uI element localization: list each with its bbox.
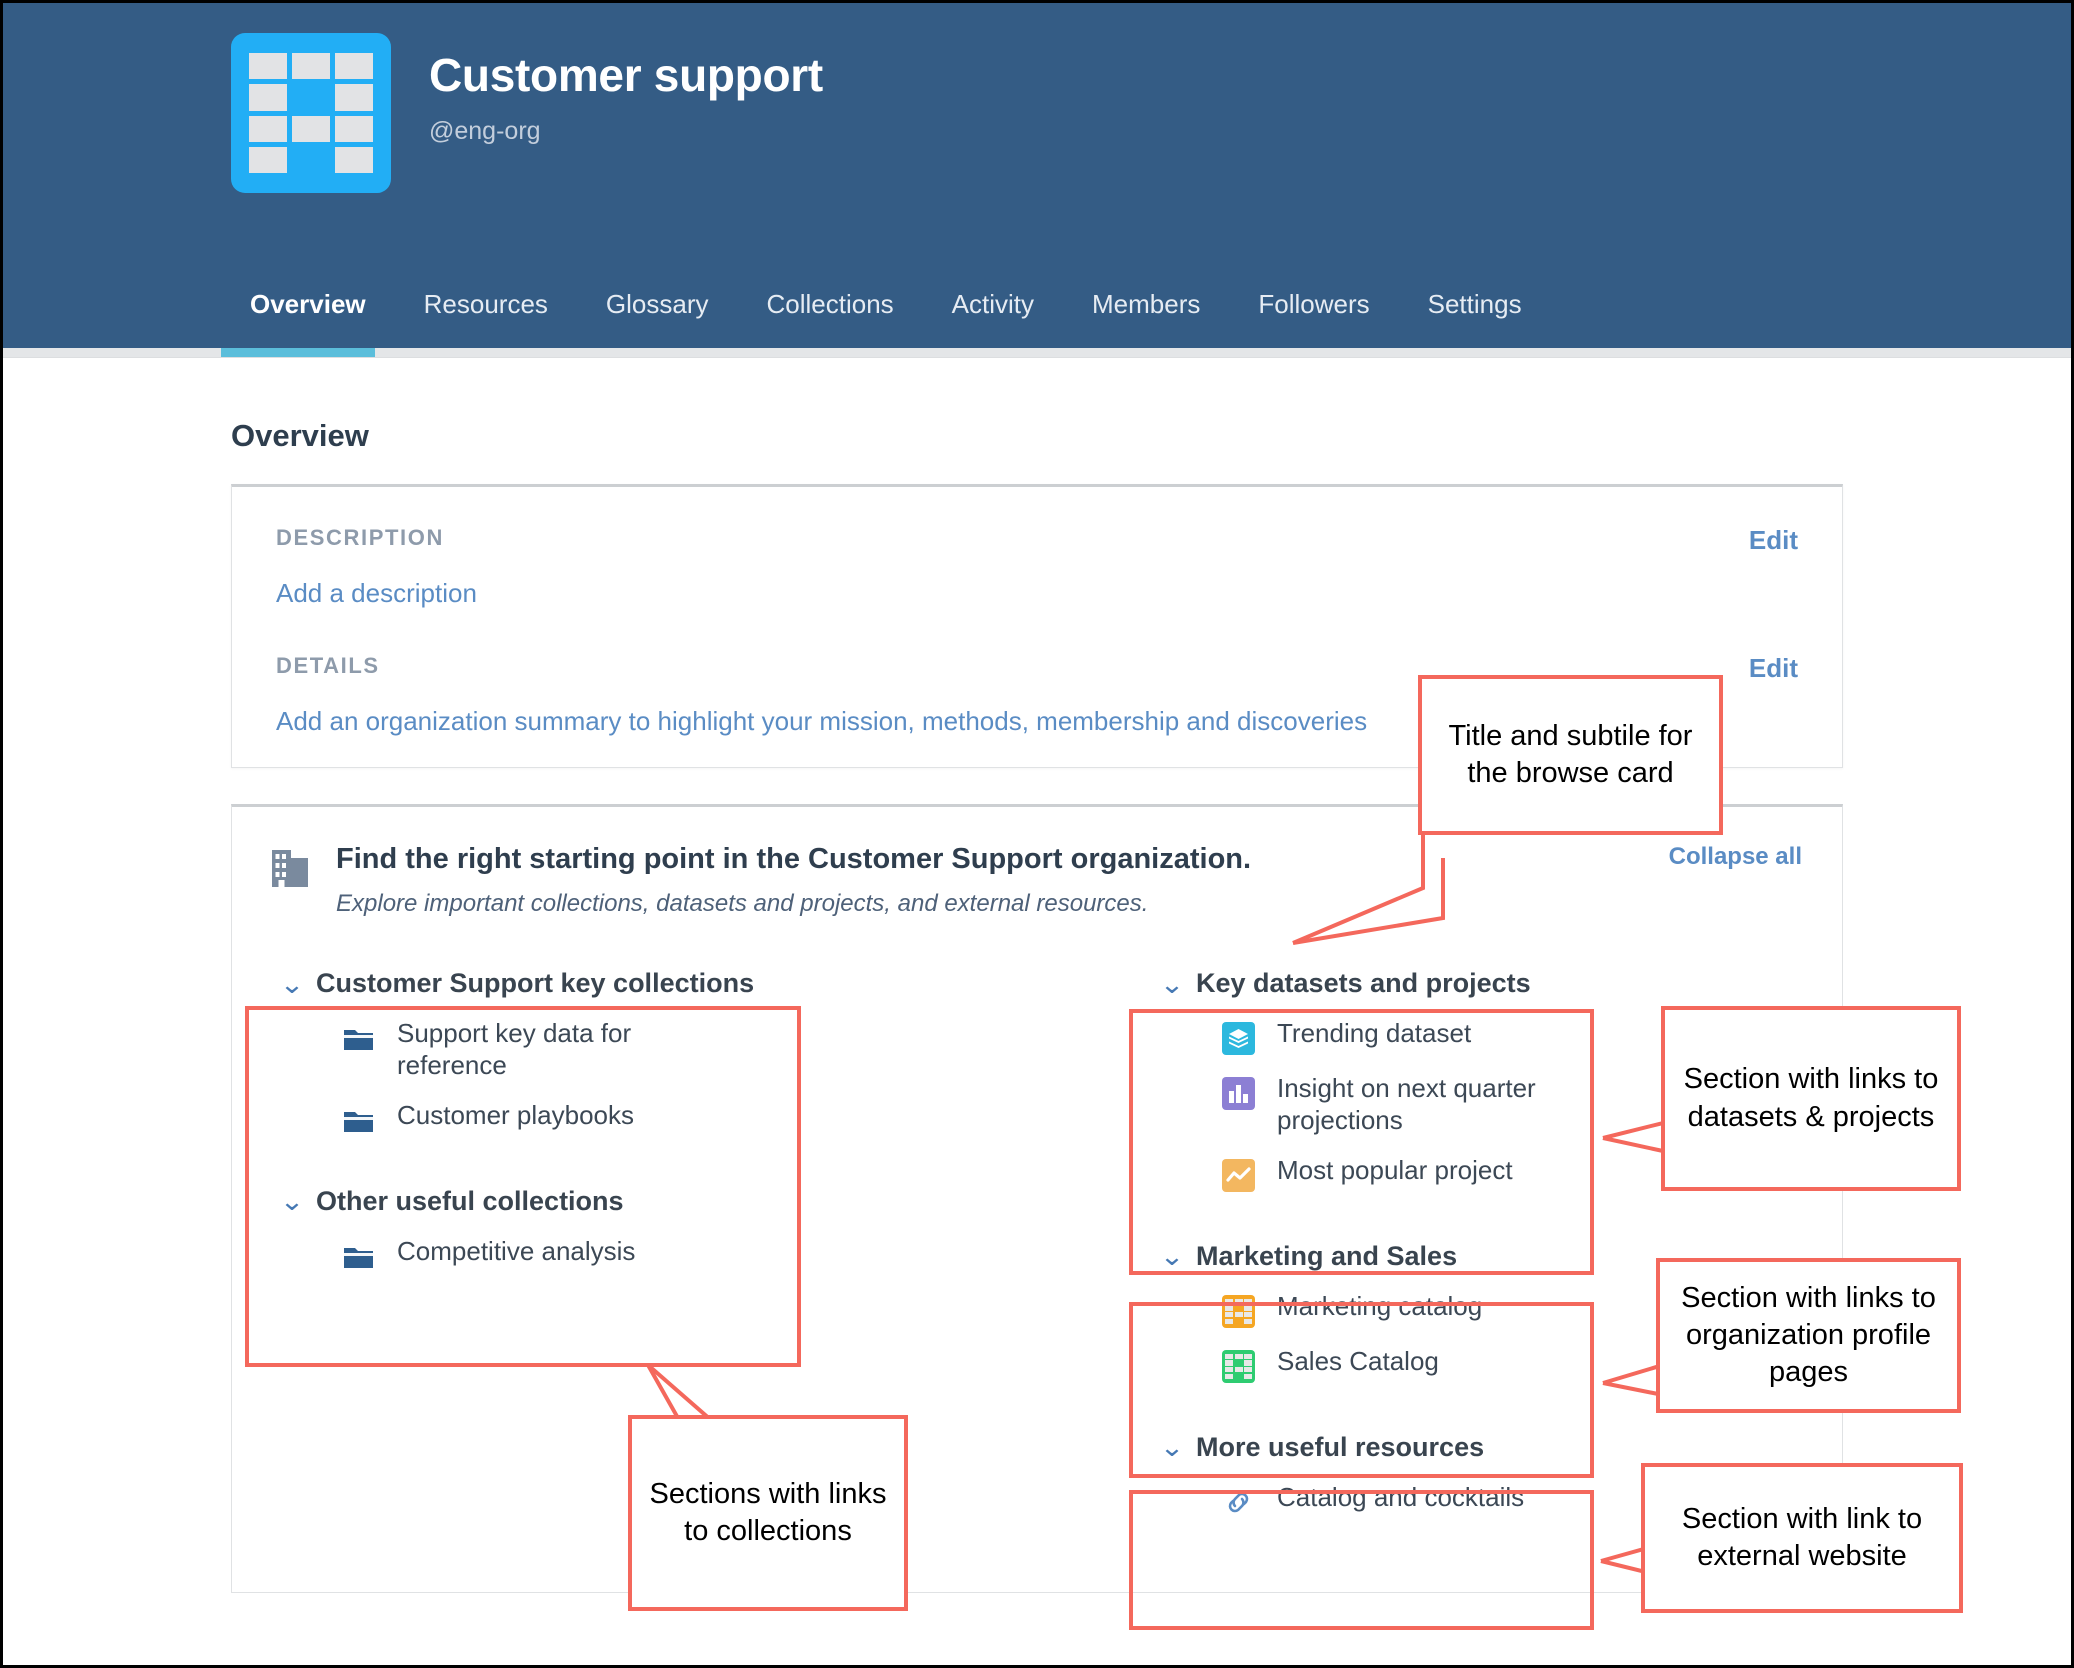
insight-barchart-icon [1222, 1077, 1255, 1111]
section-marketing-and-sales: ⌄ Marketing and Sales Marketing catalog … [1152, 1225, 1622, 1402]
list-item[interactable]: Most popular project [1162, 1146, 1612, 1201]
section-header[interactable]: ⌄ More useful resources [1159, 1422, 1612, 1473]
org-grid-logo [231, 33, 391, 193]
list-item[interactable]: Support key data for reference [282, 1009, 822, 1090]
folder-icon [342, 1022, 375, 1055]
org-profile-icon [1222, 1294, 1255, 1328]
annotation-title-subtitle: Title and subtile for the browse card [1418, 675, 1723, 835]
list-item-label: Insight on next quarter projections [1277, 1073, 1536, 1136]
annotation-collections-links: Sections with links to collections [628, 1415, 908, 1611]
section-key-datasets-and-projects: ⌄ Key datasets and projects Trending dat… [1152, 952, 1622, 1210]
add-organization-summary-link[interactable]: Add an organization summary to highlight… [276, 706, 1367, 737]
section-title: Marketing and Sales [1196, 1240, 1458, 1271]
add-description-link[interactable]: Add a description [276, 578, 477, 609]
org-handle: @eng-org [429, 117, 541, 146]
page-title-org: Customer support [429, 49, 823, 101]
building-icon [272, 847, 308, 887]
section-title: Key datasets and projects [1196, 968, 1531, 999]
annotation-org-profile-pages: Section with links to organization profi… [1656, 1258, 1961, 1413]
tab-collections[interactable]: Collections [738, 289, 923, 348]
tab-glossary[interactable]: Glossary [577, 289, 738, 348]
list-item[interactable]: Customer playbooks [282, 1091, 822, 1146]
section-title: More useful resources [1196, 1431, 1485, 1462]
list-item[interactable]: Sales Catalog [1162, 1337, 1612, 1392]
list-item[interactable]: Catalog and cocktails [1162, 1473, 1612, 1528]
tab-settings[interactable]: Settings [1399, 289, 1551, 348]
org-identity: Customer support @eng-org [231, 3, 2071, 193]
chevron-down-icon[interactable]: ⌄ [279, 971, 318, 997]
annotation-text: Section with links to datasets & project… [1683, 1063, 1939, 1133]
main-nav-tabs[interactable]: Overview Resources Glossary Collections … [221, 289, 1551, 348]
section-title: Other useful collections [316, 1185, 624, 1216]
section-customer-support-key-collections: ⌄ Customer Support key collections Suppo… [272, 952, 832, 1155]
list-item-label: Competitive analysis [397, 1235, 636, 1266]
tab-resources[interactable]: Resources [395, 289, 577, 348]
active-tab-indicator [221, 348, 375, 357]
tab-followers[interactable]: Followers [1229, 289, 1398, 348]
section-header[interactable]: ⌄ Other useful collections [279, 1176, 822, 1227]
project-linechart-icon [1222, 1158, 1255, 1192]
org-profile-icon [1222, 1349, 1255, 1383]
description-label: DESCRIPTION [276, 525, 444, 550]
dataset-layers-icon [1222, 1022, 1255, 1056]
folder-icon [342, 1104, 375, 1137]
chevron-down-icon[interactable]: ⌄ [279, 1188, 318, 1214]
org-header: Customer support @eng-org Overview Resou… [3, 3, 2071, 348]
list-item-label: Marketing catalog [1277, 1290, 1483, 1321]
org-text-block: Customer support @eng-org [429, 33, 823, 146]
browse-card-subtitle: Explore important collections, datasets … [336, 890, 1149, 918]
annotation-datasets-projects: Section with links to datasets & project… [1661, 1006, 1961, 1191]
list-item[interactable]: Marketing catalog [1162, 1282, 1612, 1337]
details-label: DETAILS [276, 653, 380, 678]
edit-description-button[interactable]: Edit [1749, 525, 1798, 556]
chevron-down-icon[interactable]: ⌄ [1159, 1434, 1198, 1460]
page-title: Overview [231, 418, 369, 453]
list-item-label: Sales Catalog [1277, 1345, 1439, 1376]
annotation-text: Section with link to external website [1681, 1502, 1923, 1572]
link-chain-icon [1222, 1486, 1255, 1519]
annotation-text: Title and subtile for the browse card [1448, 719, 1693, 789]
section-title: Customer Support key collections [316, 968, 755, 999]
list-item-label: Customer playbooks [397, 1099, 634, 1130]
tab-activity[interactable]: Activity [923, 289, 1063, 348]
list-item-label: Catalog and cocktails [1277, 1481, 1525, 1512]
list-item-label: Most popular project [1277, 1154, 1513, 1185]
browse-card: Find the right starting point in the Cus… [231, 804, 1843, 1593]
list-item[interactable]: Trending dataset [1162, 1009, 1612, 1064]
section-header[interactable]: ⌄ Key datasets and projects [1159, 958, 1612, 1009]
app-window: Customer support @eng-org Overview Resou… [0, 0, 2074, 1668]
annotation-text: Section with links to organization profi… [1681, 1281, 1936, 1389]
chevron-down-icon[interactable]: ⌄ [1159, 971, 1198, 997]
edit-details-button[interactable]: Edit [1749, 653, 1798, 684]
annotation-text: Sections with links to collections [649, 1477, 887, 1547]
section-more-useful-resources: ⌄ More useful resources Catalog and cock… [1152, 1416, 1622, 1538]
right-sections-column: ⌄ Key datasets and projects Trending dat… [1152, 952, 1622, 1551]
folder-icon [342, 1240, 375, 1273]
annotation-external-website: Section with link to external website [1641, 1463, 1963, 1613]
section-header[interactable]: ⌄ Marketing and Sales [1159, 1231, 1612, 1282]
list-item-label: Support key data for reference [397, 1018, 632, 1081]
tab-members[interactable]: Members [1063, 289, 1229, 348]
tab-overview[interactable]: Overview [221, 289, 395, 348]
browse-card-title: Find the right starting point in the Cus… [336, 843, 1252, 875]
list-item[interactable]: Competitive analysis [282, 1227, 822, 1282]
list-item[interactable]: Insight on next quarter projections [1162, 1064, 1612, 1145]
section-header[interactable]: ⌄ Customer Support key collections [279, 958, 822, 1009]
collapse-all-button[interactable]: Collapse all [1669, 843, 1802, 871]
list-item-label: Trending dataset [1277, 1018, 1472, 1049]
chevron-down-icon[interactable]: ⌄ [1159, 1243, 1198, 1269]
section-other-useful-collections: ⌄ Other useful collections Competitive a… [272, 1170, 832, 1292]
